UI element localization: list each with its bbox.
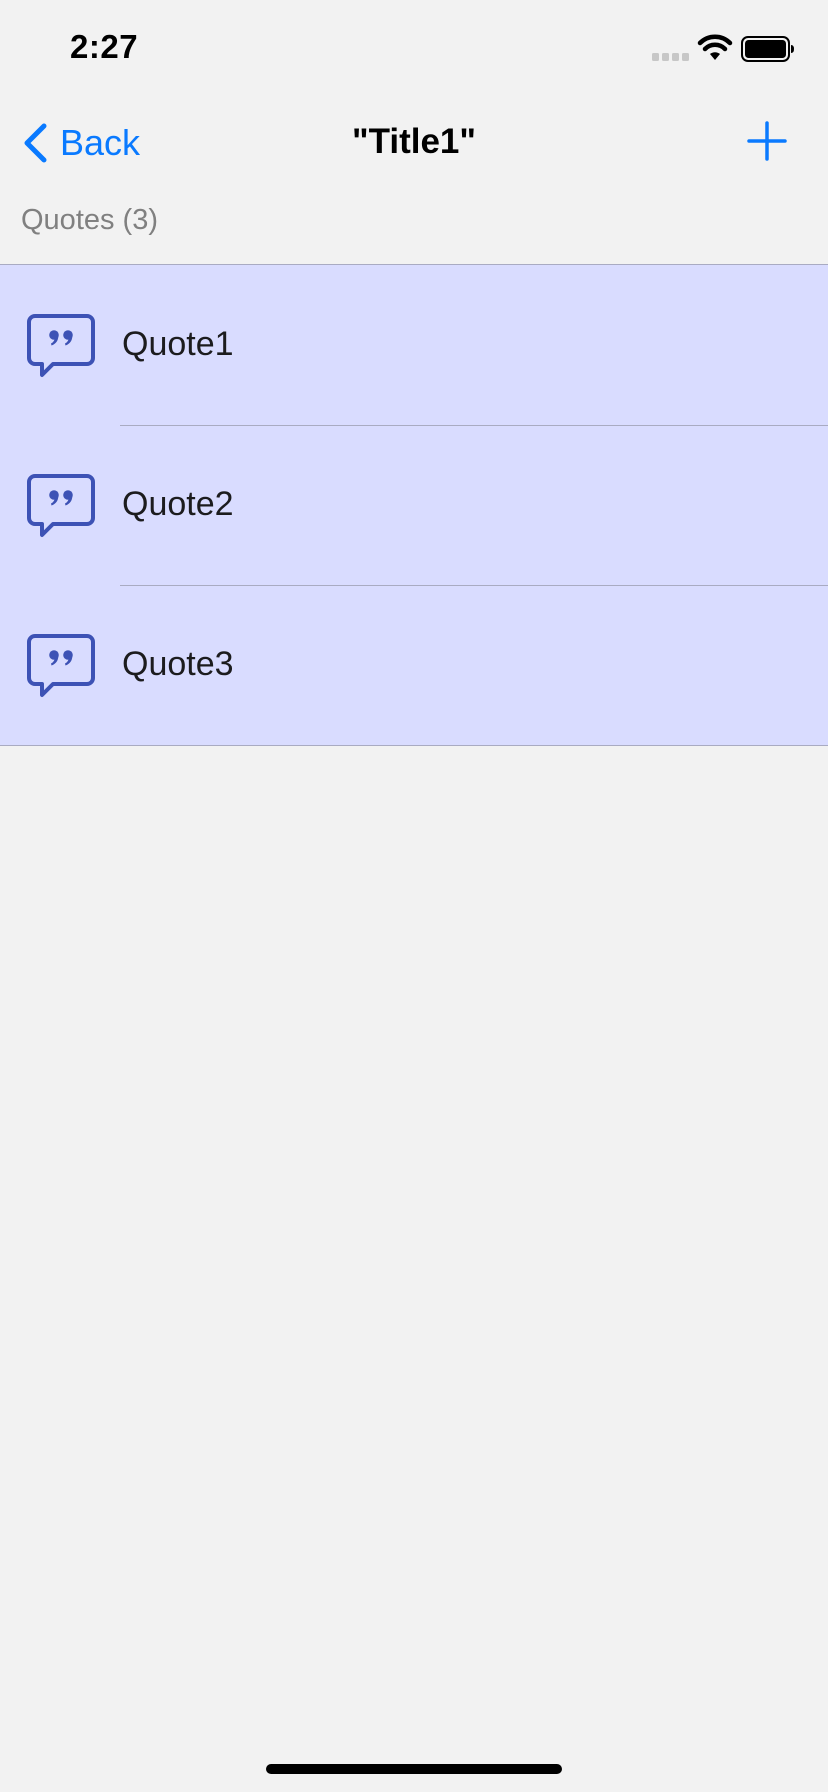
home-indicator[interactable] bbox=[266, 1764, 562, 1774]
list-item[interactable]: Quote1 bbox=[0, 265, 828, 425]
quote-label: Quote3 bbox=[122, 645, 234, 683]
quote-label: Quote2 bbox=[122, 485, 234, 523]
section-header: Quotes (3) bbox=[21, 204, 158, 236]
back-button[interactable]: Back bbox=[22, 118, 140, 168]
navigation-bar: Back "Title1" bbox=[0, 100, 828, 188]
quote-bubble-icon bbox=[27, 474, 95, 537]
quote-bubble-icon bbox=[27, 314, 95, 377]
add-button[interactable] bbox=[746, 120, 788, 162]
quote-bubble-icon bbox=[27, 634, 95, 697]
cellular-signal-icon bbox=[652, 53, 689, 61]
back-label: Back bbox=[60, 122, 141, 163]
list-item[interactable]: Quote3 bbox=[0, 585, 828, 745]
list-item[interactable]: Quote2 bbox=[0, 425, 828, 585]
quote-label: Quote1 bbox=[122, 325, 234, 363]
quote-list: Quote1 Quote2 Quote3 bbox=[0, 264, 828, 746]
wifi-icon bbox=[697, 34, 733, 60]
status-bar: 2:27 bbox=[0, 0, 828, 100]
battery-icon bbox=[741, 36, 794, 62]
plus-icon bbox=[747, 121, 787, 161]
chevron-left-icon bbox=[24, 123, 47, 163]
status-time: 2:27 bbox=[70, 28, 139, 65]
